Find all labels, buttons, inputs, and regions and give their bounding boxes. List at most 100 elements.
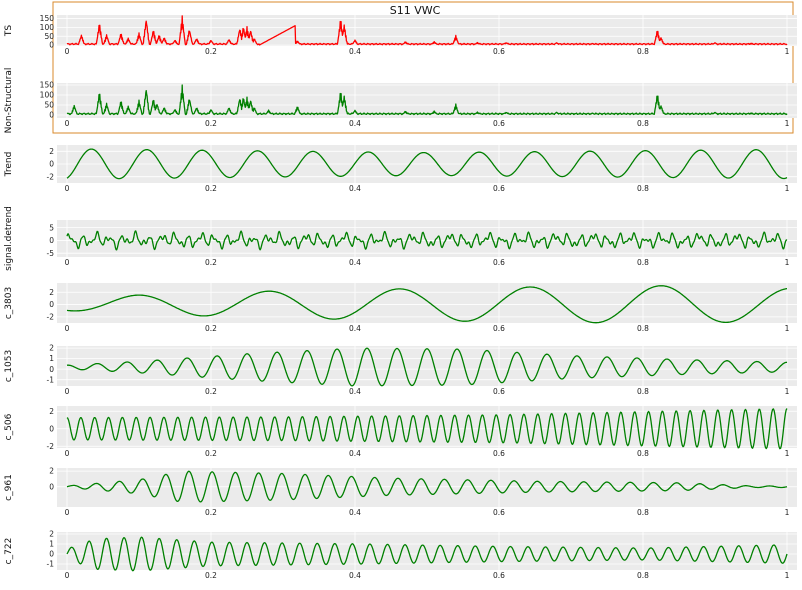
- x-tick-label: 0.8: [637, 119, 649, 128]
- panel-non_structural: 0 0.2 0.4 0.6 0.8 1050100150Non-Structural: [4, 68, 797, 134]
- x-tick-label: 1: [785, 258, 790, 267]
- plot-area: [57, 406, 797, 448]
- y-tick-label: -1: [47, 375, 55, 384]
- x-tick-label: 0.2: [205, 119, 217, 128]
- y-axis-label: signal.detrend: [4, 206, 14, 271]
- x-tick-label: 0.2: [205, 449, 217, 458]
- x-tick-label: 0.8: [637, 571, 649, 580]
- y-tick-label: 0: [49, 365, 54, 374]
- x-tick-label: 0: [65, 571, 70, 580]
- x-tick-label: 1: [785, 571, 790, 580]
- x-tick-label: 0.4: [349, 258, 361, 267]
- x-tick-label: 0.8: [637, 508, 649, 517]
- y-tick-label: 100: [40, 91, 55, 100]
- x-tick-label: 0: [65, 119, 70, 128]
- x-tick-label: 0.4: [349, 47, 361, 56]
- x-tick-label: 0.8: [637, 324, 649, 333]
- panel-trend: 0 0.2 0.4 0.6 0.8 1 -2 0 2 Trend: [4, 145, 797, 193]
- y-tick-label: 0: [49, 41, 54, 50]
- y-tick-label: 1: [49, 354, 54, 363]
- y-axis-label: c_722: [4, 538, 14, 565]
- x-tick-label: 0.4: [349, 184, 361, 193]
- x-tick-label: 0: [65, 324, 70, 333]
- x-tick-label: 0: [65, 258, 70, 267]
- x-tick-label: 0.6: [493, 184, 505, 193]
- panel-c_961: 0 0.2 0.4 0.6 0.8 1 0 2 c_961: [4, 467, 797, 517]
- x-tick-label: 1: [785, 508, 790, 517]
- x-tick-label: 0.6: [493, 119, 505, 128]
- y-tick-label: 2: [49, 407, 54, 416]
- x-tick-label: 0.2: [205, 508, 217, 517]
- x-tick-label: 0: [65, 47, 70, 56]
- x-tick-label: 0.8: [637, 449, 649, 458]
- y-axis-label: c_1053: [4, 350, 14, 382]
- plot-area: [57, 15, 797, 46]
- y-tick-label: 2: [49, 288, 54, 297]
- panel-signal_detrend: 0 0.2 0.4 0.6 0.8 1 -5 0 5 signal.detrend: [4, 206, 797, 271]
- y-tick-label: 0: [49, 550, 54, 559]
- x-tick-label: 0.2: [205, 324, 217, 333]
- x-tick-label: 1: [785, 449, 790, 458]
- x-tick-label: 0.2: [205, 387, 217, 396]
- y-tick-label: 50: [44, 101, 54, 110]
- x-tick-label: 0.6: [493, 258, 505, 267]
- panel-c_1053: 0 0.2 0.4 0.6 0.8 1-1012c_1053: [4, 344, 797, 396]
- x-tick-label: 0.2: [205, 184, 217, 193]
- y-tick-label: 2: [49, 147, 54, 156]
- y-tick-label: 150: [40, 14, 55, 23]
- y-tick-label: 150: [40, 81, 55, 90]
- y-axis-label: c_506: [4, 413, 14, 440]
- x-tick-label: 0.8: [637, 387, 649, 396]
- panel-c_506: 0 0.2 0.4 0.6 0.8 1 -2 0 2 c_506: [4, 406, 797, 458]
- y-tick-label: 1: [49, 540, 54, 549]
- y-axis-label: Trend: [4, 152, 14, 178]
- x-tick-label: 0.6: [493, 571, 505, 580]
- x-tick-label: 1: [785, 119, 790, 128]
- x-tick-label: 0.6: [493, 449, 505, 458]
- panel-ts: 0 0.2 0.4 0.6 0.8 1050100150TS: [4, 14, 797, 56]
- x-tick-label: 0.8: [637, 47, 649, 56]
- x-tick-label: 1: [785, 47, 790, 56]
- y-tick-label: 100: [40, 23, 55, 32]
- x-tick-label: 0: [65, 184, 70, 193]
- panel-c_722: 0 0.2 0.4 0.6 0.8 1-1012c_722: [4, 530, 797, 580]
- y-tick-label: 2: [49, 530, 54, 539]
- y-tick-label: 2: [49, 344, 54, 353]
- x-tick-label: 0.6: [493, 387, 505, 396]
- x-tick-label: 0.6: [493, 47, 505, 56]
- x-tick-label: 0.6: [493, 508, 505, 517]
- y-tick-label: 0: [49, 236, 54, 245]
- y-axis-label: TS: [4, 25, 14, 37]
- x-tick-label: 1: [785, 324, 790, 333]
- y-axis-label: Non-Structural: [4, 68, 14, 134]
- x-tick-label: 0.2: [205, 571, 217, 580]
- y-tick-label: 0: [49, 160, 54, 169]
- x-tick-label: 0.4: [349, 119, 361, 128]
- x-tick-label: 0.2: [205, 47, 217, 56]
- figure: S11 VWC 0 0.2 0.4 0.6 0.8 1050100150TS0 0.2 0.4…: [4, 1, 797, 580]
- y-tick-label: -2: [47, 172, 55, 181]
- y-axis-label: c_3803: [4, 287, 14, 319]
- y-tick-label: -5: [47, 249, 55, 258]
- x-tick-label: 0.8: [637, 184, 649, 193]
- x-tick-label: 0.4: [349, 449, 361, 458]
- x-tick-label: 0: [65, 508, 70, 517]
- x-tick-label: 0.4: [349, 387, 361, 396]
- x-tick-label: 0.2: [205, 258, 217, 267]
- y-tick-label: 5: [49, 223, 54, 232]
- y-tick-label: -2: [47, 442, 55, 451]
- x-tick-label: 0.8: [637, 258, 649, 267]
- y-tick-label: -1: [47, 560, 55, 569]
- x-tick-label: 1: [785, 387, 790, 396]
- y-tick-label: 2: [49, 467, 54, 476]
- x-tick-label: 1: [785, 184, 790, 193]
- y-tick-label: 0: [49, 482, 54, 491]
- y-axis-label: c_961: [4, 474, 14, 501]
- x-tick-label: 0.4: [349, 508, 361, 517]
- y-tick-label: 0: [49, 424, 54, 433]
- x-tick-label: 0.4: [349, 324, 361, 333]
- y-tick-label: -2: [47, 312, 55, 321]
- x-tick-label: 0: [65, 387, 70, 396]
- x-tick-label: 0: [65, 449, 70, 458]
- x-tick-label: 0.6: [493, 324, 505, 333]
